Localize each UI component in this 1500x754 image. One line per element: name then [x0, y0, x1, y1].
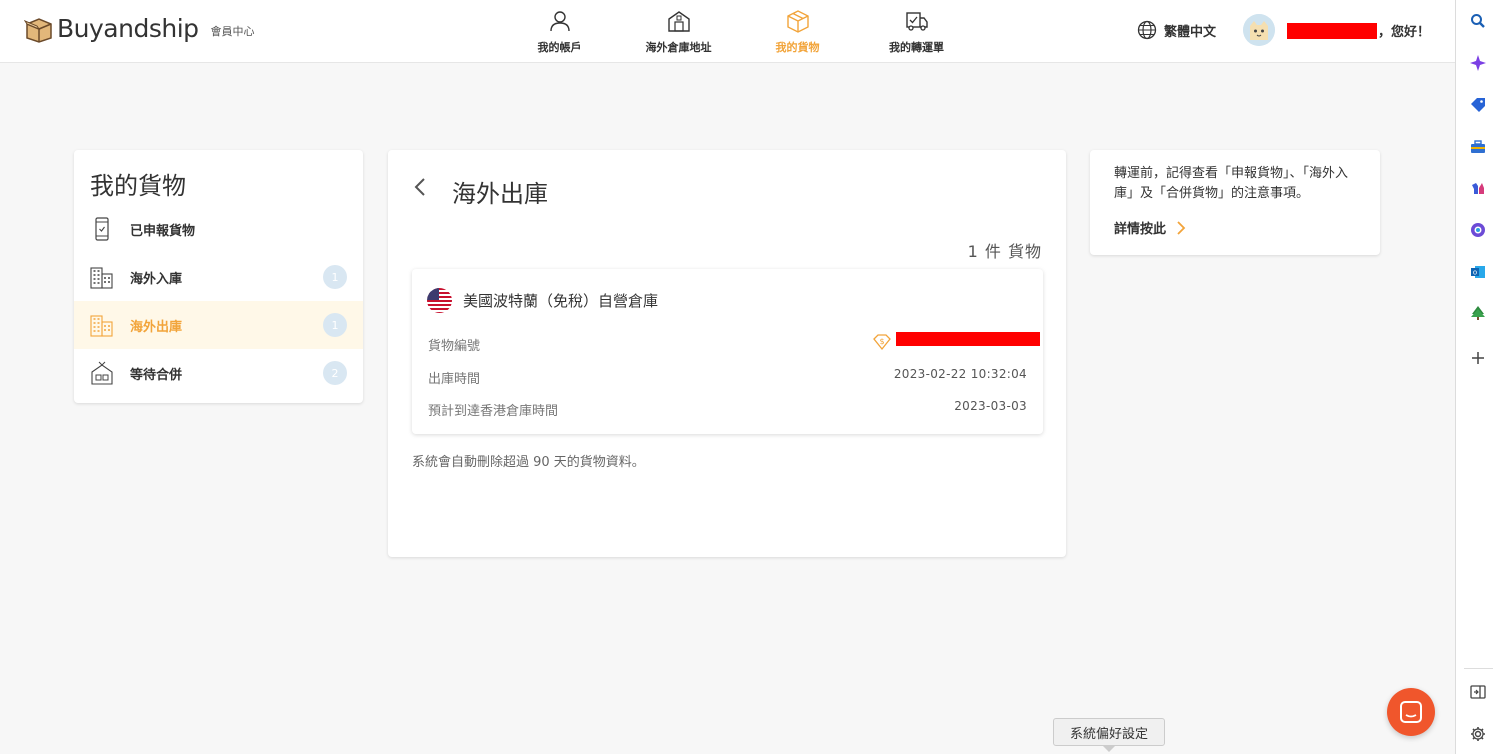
tree-icon[interactable]	[1468, 303, 1488, 323]
redacted-goods-number	[896, 332, 1040, 346]
count-badge: 1	[323, 265, 347, 289]
goods-number-label: 貨物編號	[428, 339, 481, 354]
language-switcher[interactable]: 繁體中文	[1137, 20, 1216, 40]
retention-note: 系統會自動刪除超過 90 天的貨物資料。	[412, 455, 645, 470]
outbound-time-label: 出庫時間	[428, 372, 481, 387]
chat-icon	[1400, 701, 1422, 723]
eta-value: 2023-03-03	[954, 399, 1027, 413]
outbound-panel: 海外出庫 1 件 貨物 美國波特蘭（免稅）自營倉庫 貨物編號 $ 出庫時間 20…	[388, 150, 1066, 557]
box-logo-icon	[24, 17, 52, 43]
diamond-dollar-icon: $	[873, 334, 891, 351]
count-badge: 2	[323, 361, 347, 385]
box-icon	[786, 10, 809, 33]
chat-button[interactable]	[1387, 688, 1435, 736]
outbound-time-value: 2023-02-22 10:32:04	[893, 367, 1027, 381]
user-icon	[549, 11, 570, 32]
goods-count: 1 件 貨物	[967, 242, 1042, 261]
cat-avatar-icon	[1243, 14, 1275, 46]
top-header: Buyandship 會員中心 我的帳戶 海外倉庫地址 我的貨物 我的轉運單 繁…	[0, 0, 1455, 63]
sparkle-icon[interactable]	[1468, 53, 1488, 73]
tag-icon[interactable]	[1468, 95, 1488, 115]
nav-label: 我的貨物	[775, 41, 820, 54]
us-flag-icon	[427, 288, 452, 313]
count-badge: 1	[323, 313, 347, 337]
page-title: 海外出庫	[452, 180, 548, 208]
brand-logo[interactable]: Buyandship 會員中心	[24, 14, 255, 43]
chess-icon[interactable]	[1468, 178, 1488, 198]
building-out-icon	[90, 315, 113, 337]
sidebar-divider	[1464, 668, 1493, 669]
house-merge-icon	[91, 361, 113, 385]
sidebar-item-label: 海外入庫	[130, 271, 183, 287]
sidebar-item-label: 等待合併	[130, 367, 183, 383]
svg-text:o: o	[1473, 269, 1477, 277]
tip-text: 轉運前，記得查看「申報貨物」、「海外入庫」及「合併貨物」的注意事項。	[1114, 166, 1349, 201]
sidebar-item-overseas-inbound[interactable]: 海外入庫 1	[74, 253, 363, 301]
search-icon[interactable]	[1468, 11, 1488, 31]
nav-label: 我的轉運單	[889, 41, 944, 54]
back-arrow-icon[interactable]	[410, 176, 432, 198]
redacted-username	[1287, 23, 1377, 39]
globe-icon	[1137, 20, 1157, 40]
svg-text:$: $	[879, 337, 884, 346]
chevron-right-icon	[1177, 220, 1186, 235]
warehouse-icon	[667, 11, 690, 32]
gear-icon[interactable]	[1468, 724, 1488, 744]
goods-sidebar: 我的貨物 已申報貨物 海外入庫 1 海外出庫 1 等待合併 2	[74, 150, 363, 403]
sidebar-item-overseas-outbound[interactable]: 海外出庫 1	[74, 301, 363, 349]
phone-check-icon	[95, 217, 109, 241]
avatar[interactable]	[1243, 14, 1275, 46]
browser-sidebar: o	[1455, 0, 1500, 754]
building-in-icon	[90, 267, 113, 289]
eta-label: 預計到達香港倉庫時間	[428, 404, 559, 419]
sidebar-item-label: 海外出庫	[130, 319, 183, 335]
briefcase-icon[interactable]	[1468, 137, 1488, 157]
shipment-item-card[interactable]: 美國波特蘭（免稅）自營倉庫 貨物編號 $ 出庫時間 2023-02-22 10:…	[412, 269, 1043, 434]
nav-my-account[interactable]: 我的帳戶	[500, 0, 619, 63]
settings-tooltip: 系統偏好設定	[1053, 718, 1165, 752]
nav-my-goods[interactable]: 我的貨物	[738, 0, 857, 63]
nav-my-shipments[interactable]: 我的轉運單	[857, 0, 976, 63]
warehouse-name: 美國波特蘭（免稅）自營倉庫	[463, 292, 659, 310]
sidebar-item-declared[interactable]: 已申報貨物	[74, 205, 363, 253]
details-link[interactable]: 詳情按此	[1114, 218, 1188, 237]
nav-label: 我的帳戶	[537, 41, 582, 54]
office-icon[interactable]	[1468, 220, 1488, 240]
outlook-icon[interactable]: o	[1468, 262, 1488, 282]
language-label: 繁體中文	[1164, 24, 1217, 40]
add-icon[interactable]	[1468, 348, 1488, 368]
brand-subtitle: 會員中心	[210, 24, 255, 38]
main-nav: 我的帳戶 海外倉庫地址 我的貨物 我的轉運單	[500, 0, 976, 63]
greeting-text: ，您好！	[1378, 25, 1431, 40]
details-link-label: 詳情按此	[1114, 222, 1167, 237]
brand-name: Buyandship	[57, 14, 199, 43]
sidebar-item-pending-merge[interactable]: 等待合併 2	[74, 349, 363, 397]
sidebar-item-label: 已申報貨物	[130, 223, 196, 239]
nav-label: 海外倉庫地址	[645, 41, 712, 54]
nav-warehouse-address[interactable]: 海外倉庫地址	[619, 0, 738, 63]
sidebar-title: 我的貨物	[90, 172, 186, 200]
truck-icon	[905, 12, 928, 31]
sidebar-toggle-icon[interactable]	[1468, 682, 1488, 702]
tip-card: 轉運前，記得查看「申報貨物」、「海外入庫」及「合併貨物」的注意事項。 詳情按此	[1090, 150, 1380, 255]
